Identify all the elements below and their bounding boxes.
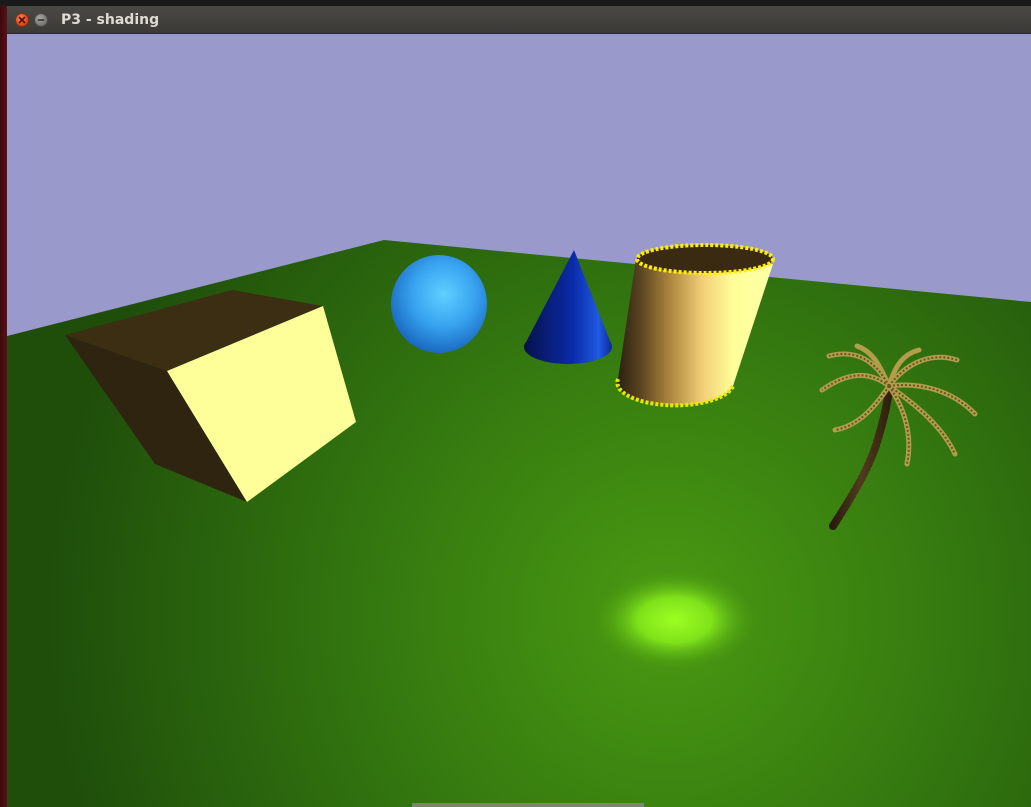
- minimize-button[interactable]: [34, 13, 48, 27]
- desktop-wallpaper-edge: [0, 6, 7, 807]
- spotlight-glow: [593, 570, 757, 670]
- scene-canvas: [7, 34, 1031, 807]
- 3d-viewport[interactable]: [7, 34, 1031, 807]
- close-icon: [18, 16, 26, 24]
- sphere-object: [391, 255, 487, 353]
- minimize-icon: [37, 19, 45, 21]
- bottom-scroll-indicator[interactable]: [412, 803, 644, 807]
- app-window: P3 - shading: [7, 6, 1031, 807]
- close-button[interactable]: [15, 13, 29, 27]
- window-title: P3 - shading: [61, 12, 160, 28]
- window-titlebar[interactable]: P3 - shading: [7, 6, 1031, 34]
